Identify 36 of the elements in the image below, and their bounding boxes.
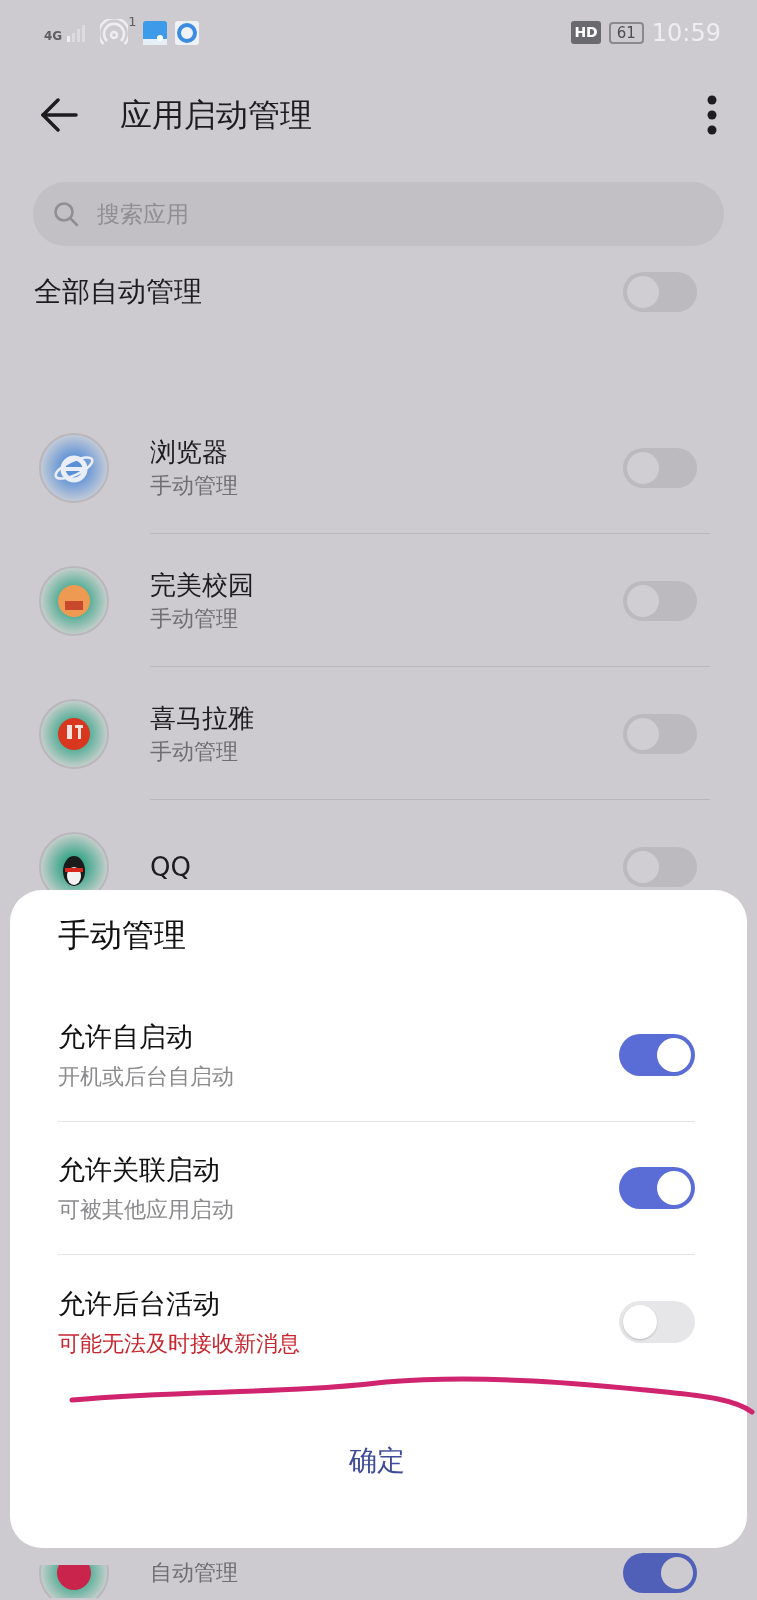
option-note: 开机或后台自启动: [58, 1063, 234, 1091]
dialog-title: 手动管理: [58, 915, 187, 956]
app-status: 手动管理: [150, 737, 239, 766]
battery-level: 61: [608, 21, 644, 44]
app-name: 喜马拉雅: [150, 701, 254, 735]
app-icon: [38, 697, 110, 770]
app-icon: [38, 431, 110, 504]
toggle-switch[interactable]: [619, 1034, 695, 1076]
hotspot-icon: [100, 18, 129, 47]
network-label: 4G: [44, 29, 63, 42]
toggle-switch[interactable]: [619, 1167, 695, 1209]
confirm-button[interactable]: 确定: [318, 1432, 435, 1490]
setting-label: 全部自动管理: [34, 274, 202, 310]
app-notification-icon: [174, 19, 201, 46]
app-name: 浏览器: [150, 435, 229, 469]
option-label: 允许自启动: [58, 1020, 194, 1054]
app-status: 手动管理: [150, 604, 239, 633]
back-icon[interactable]: [40, 98, 78, 132]
app-notification-icon: [142, 19, 169, 46]
toggle-switch[interactable]: [623, 1552, 697, 1593]
more-icon[interactable]: [707, 95, 717, 135]
toggle-switch[interactable]: [619, 1300, 695, 1343]
option-label: 允许关联启动: [58, 1153, 221, 1187]
app-icon: [38, 564, 110, 637]
hd-badge: HD: [571, 21, 601, 44]
app-name: QQ: [150, 850, 191, 884]
app-status: 手动管理: [150, 471, 238, 500]
option-note: 可被其他应用启动: [58, 1196, 234, 1224]
page-title: 应用启动管理: [120, 95, 312, 136]
signal-icon: [66, 23, 87, 42]
app-status: 自动管理: [150, 1558, 238, 1587]
option-label: 允许后台活动: [58, 1286, 221, 1321]
app-name: 完美校园: [150, 568, 254, 602]
search-icon: [53, 201, 79, 227]
warning-text: 可能无法及时接收新消息: [58, 1329, 300, 1358]
hotspot-count: 1: [128, 13, 137, 31]
